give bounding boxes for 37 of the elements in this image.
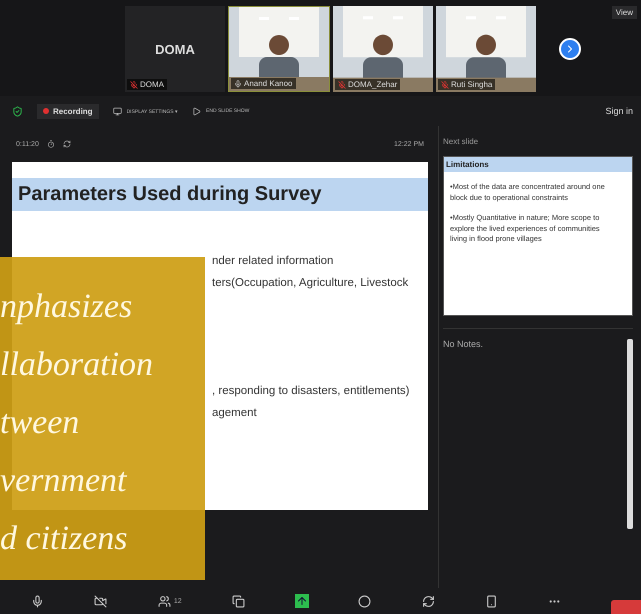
slide-text: , responding to disasters, entitlements)	[212, 385, 411, 397]
slide-text: nder related information	[212, 255, 334, 267]
reset-icon[interactable]	[62, 140, 71, 148]
notes-text: No Notes.	[443, 339, 484, 351]
mic-button[interactable]	[30, 594, 45, 608]
next-slide-label: Next slide	[443, 136, 480, 148]
video-off-button[interactable]	[93, 594, 108, 608]
record-button[interactable]	[357, 594, 372, 608]
participant-name: Anand Kanoo	[244, 79, 292, 88]
caption-text: vernment	[0, 461, 128, 501]
caption-text: llaboration	[0, 345, 154, 385]
people-icon	[158, 594, 171, 608]
play-icon	[192, 106, 202, 116]
view-button[interactable]: View	[612, 6, 637, 19]
leave-button[interactable]	[610, 600, 641, 614]
slide-title: Parameters Used during Survey	[12, 178, 428, 211]
refresh-button[interactable]	[420, 594, 436, 608]
timer-icon	[46, 140, 55, 148]
caption-text: nphasizes	[0, 287, 134, 327]
next-page-button[interactable]	[559, 38, 581, 60]
caption-text: tween	[0, 403, 80, 443]
next-slide-title: Limitations	[444, 157, 632, 172]
arrow-up-icon	[296, 595, 308, 607]
slide-text: ters(Occupation, Agriculture, Livestock	[212, 277, 410, 289]
monitor-icon	[112, 106, 122, 116]
chat-button[interactable]	[231, 594, 246, 608]
recording-button[interactable]: Recording	[37, 104, 99, 118]
participant-name: DOMA_Zehar	[348, 80, 398, 89]
participant-name: Ruti Singha	[451, 80, 492, 89]
participant-name: DOMA	[140, 80, 164, 89]
share-screen-button[interactable]	[294, 594, 309, 608]
sign-in-button[interactable]: Sign in	[605, 106, 633, 116]
shield-icon	[12, 106, 23, 116]
slide-text: agement	[212, 407, 258, 419]
scrollbar[interactable]	[627, 339, 633, 529]
caption-text: d citizens	[0, 519, 128, 559]
participant-name: DOMA	[155, 42, 195, 56]
